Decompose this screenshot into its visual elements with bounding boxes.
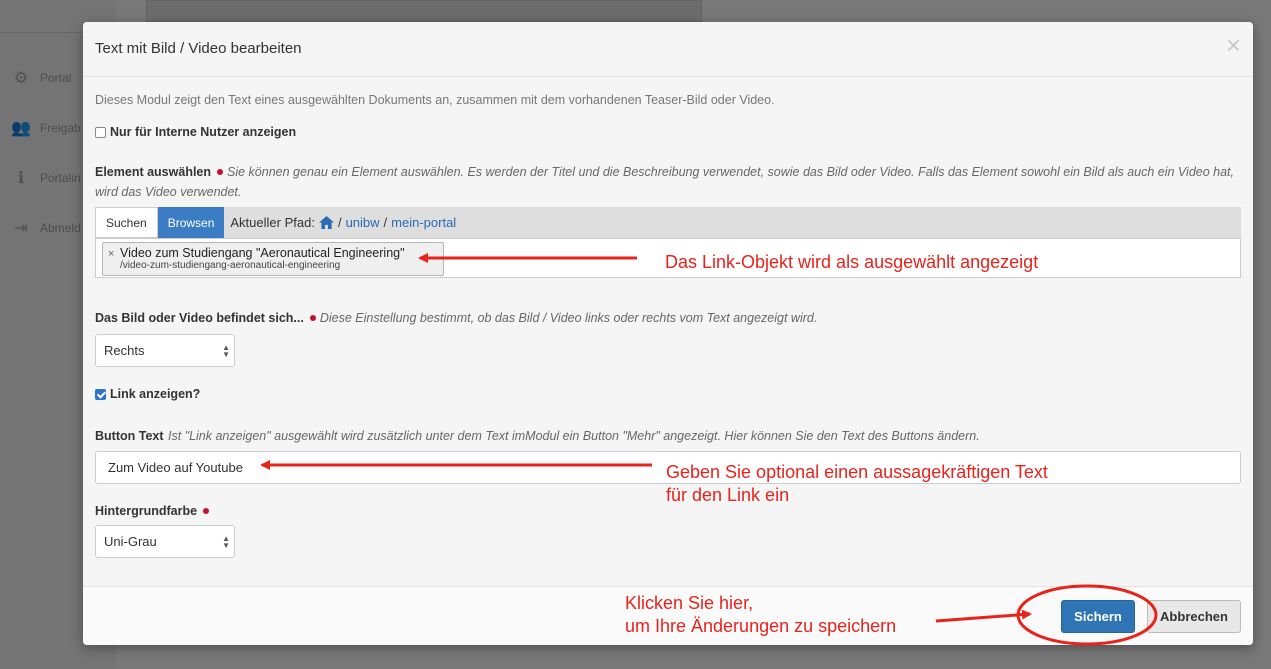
required-marker bbox=[309, 315, 316, 321]
background-color-label: Hintergrundfarbe bbox=[95, 504, 198, 518]
required-marker bbox=[203, 508, 210, 514]
internal-only-checkbox-row[interactable]: Nur für Interne Nutzer anzeigen bbox=[95, 125, 296, 139]
button-text-label: Button Text bbox=[95, 429, 164, 443]
position-field-label: Das Bild oder Video befindet sich... Dies… bbox=[95, 308, 1241, 328]
breadcrumb-link-unibw[interactable]: unibw bbox=[346, 215, 380, 230]
breadcrumb-link-mein-portal[interactable]: mein-portal bbox=[391, 215, 456, 230]
cancel-button[interactable]: Abbrechen bbox=[1147, 600, 1241, 633]
selected-item-path: /video-zum-studiengang-aeronautical-engi… bbox=[120, 260, 341, 271]
show-link-label: Link anzeigen? bbox=[110, 387, 201, 401]
internal-only-label: Nur für Interne Nutzer anzeigen bbox=[110, 125, 297, 139]
element-field-label: Element auswählen Sie können genau ein El… bbox=[95, 162, 1241, 202]
position-select[interactable]: Rechts ▲ ▼ bbox=[95, 334, 235, 367]
path-label: Aktueller Pfad: bbox=[230, 215, 315, 230]
breadcrumb: Aktueller Pfad: / unibw / mein-portal bbox=[230, 215, 456, 230]
edit-module-dialog: Text mit Bild / Video bearbeiten × Diese… bbox=[83, 22, 1253, 645]
close-icon[interactable]: × bbox=[1226, 32, 1241, 58]
show-link-checkbox[interactable] bbox=[95, 388, 106, 400]
annotation-link-object: Das Link-Objekt wird als ausgewählt ange… bbox=[665, 252, 1039, 272]
dialog-body: Dieses Modul zeigt den Text eines ausgew… bbox=[83, 78, 1253, 586]
tab-browse[interactable]: Browsen bbox=[157, 207, 225, 238]
annotation-link-text-line1: Geben Sie optional einen aussagekräftige… bbox=[666, 462, 1048, 482]
dialog-header: Text mit Bild / Video bearbeiten × bbox=[83, 22, 1253, 77]
selected-item-tag: × Video zum Studiengang "Aeronautical En… bbox=[102, 242, 444, 276]
selected-item-title: Video zum Studiengang "Aeronautical Engi… bbox=[120, 246, 405, 260]
remove-item-icon[interactable]: × bbox=[108, 248, 114, 260]
save-button[interactable]: Sichern bbox=[1061, 600, 1135, 633]
position-label: Das Bild oder Video befindet sich... bbox=[95, 311, 304, 325]
element-hint: Sie können genau ein Element auswählen. … bbox=[95, 165, 1235, 199]
position-hint: Diese Einstellung bestimmt, ob das Bild … bbox=[319, 311, 818, 325]
required-marker bbox=[217, 169, 224, 175]
select-arrows-icon: ▲ ▼ bbox=[222, 343, 230, 359]
button-text-field-label: Button Text Ist "Link anzeigen" ausgewäh… bbox=[95, 426, 1241, 446]
path-separator: / bbox=[383, 215, 388, 230]
home-icon[interactable] bbox=[319, 216, 334, 229]
annotation-save-line2: um Ihre Änderungen zu speichern bbox=[625, 616, 897, 636]
element-browser-bar: Suchen Browsen Aktueller Pfad: / unibw /… bbox=[95, 207, 1241, 238]
annotation-link-text-line2: für den Link ein bbox=[666, 485, 790, 505]
show-link-checkbox-row[interactable]: Link anzeigen? bbox=[95, 387, 200, 401]
background-color-select[interactable]: Uni-Grau ▲ ▼ bbox=[95, 525, 235, 558]
path-separator: / bbox=[337, 215, 342, 230]
tab-search[interactable]: Suchen bbox=[95, 207, 158, 238]
annotation-save-line1: Klicken Sie hier, bbox=[625, 593, 754, 613]
background-color-select-value: Uni-Grau bbox=[104, 534, 157, 549]
position-select-value: Rechts bbox=[104, 343, 145, 358]
dialog-title: Text mit Bild / Video bearbeiten bbox=[95, 40, 302, 57]
intro-text: Dieses Modul zeigt den Text eines ausgew… bbox=[95, 93, 775, 107]
internal-only-checkbox[interactable] bbox=[95, 126, 106, 138]
button-text-hint: Ist "Link anzeigen" ausgewählt wird zusä… bbox=[167, 429, 980, 443]
select-arrows-icon: ▲ ▼ bbox=[222, 534, 230, 550]
element-label: Element auswählen bbox=[95, 165, 212, 179]
